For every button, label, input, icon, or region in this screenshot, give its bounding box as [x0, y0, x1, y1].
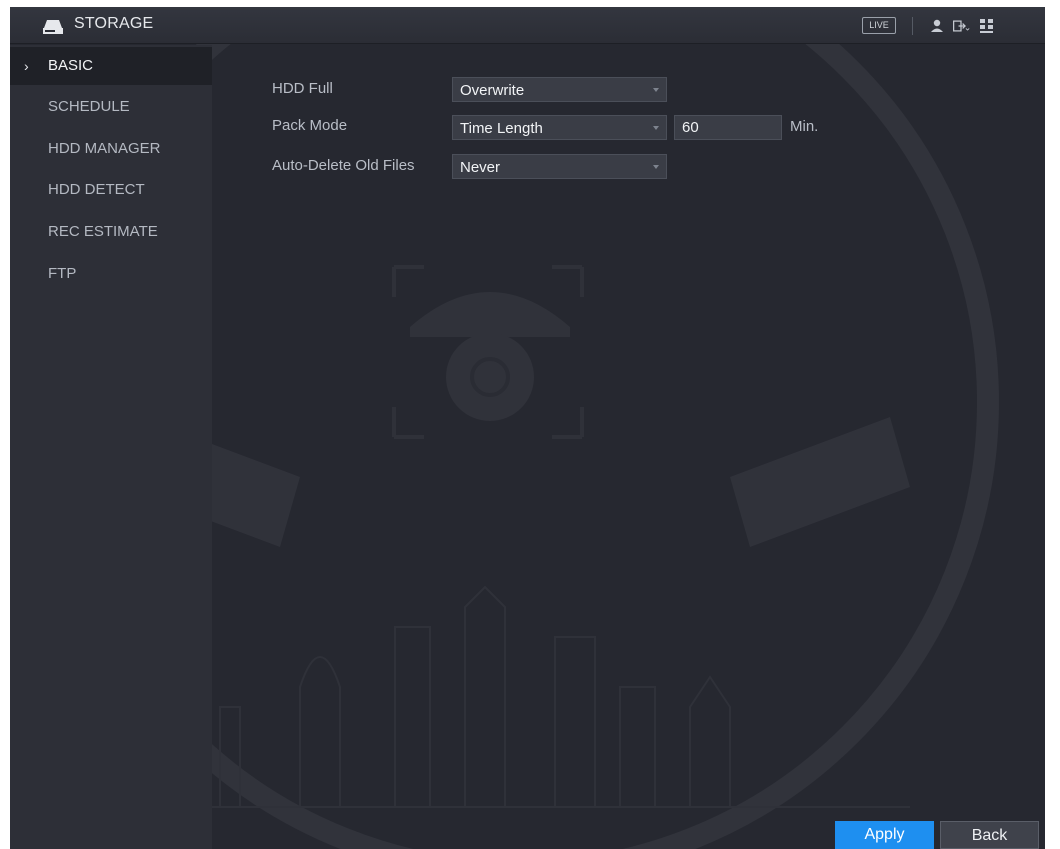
top-bar: STORAGE LIVE: [10, 7, 1045, 44]
pack-mode-select[interactable]: Time Length: [452, 115, 667, 140]
apply-button[interactable]: Apply: [835, 821, 934, 849]
sidebar-item-label: FTP: [48, 265, 77, 282]
pack-length-input[interactable]: [674, 115, 782, 140]
hdd-full-select[interactable]: Overwrite: [452, 77, 667, 102]
sidebar-item-label: HDD MANAGER: [48, 140, 161, 157]
sidebar-item-label: SCHEDULE: [48, 98, 130, 115]
sidebar-item-label: REC ESTIMATE: [48, 223, 158, 240]
sidebar-item-rec-estimate[interactable]: REC ESTIMATE: [10, 213, 212, 251]
pack-mode-value: Time Length: [460, 120, 543, 137]
pack-mode-label: Pack Mode: [272, 117, 348, 134]
hdd-full-value: Overwrite: [460, 82, 525, 99]
sidebar-item-schedule[interactable]: SCHEDULE: [10, 88, 212, 126]
auto-delete-value: Never: [460, 159, 501, 176]
dropdown-arrow-icon: [653, 88, 659, 92]
hdd-full-label: HDD Full: [272, 80, 333, 97]
auto-delete-label: Auto-Delete Old Files: [272, 157, 415, 174]
menu-grid-icon[interactable]: [978, 17, 996, 35]
pack-length-unit: Min.: [790, 118, 819, 135]
chevron-right-icon: ›: [24, 58, 29, 74]
page-title: STORAGE: [74, 15, 154, 32]
dropdown-arrow-icon: [653, 126, 659, 130]
back-button[interactable]: Back: [940, 821, 1039, 849]
sidebar-item-label: HDD DETECT: [48, 181, 145, 198]
dropdown-arrow-icon: [653, 165, 659, 169]
sidebar: › BASIC SCHEDULE HDD MANAGER HDD DETECT …: [10, 45, 212, 849]
basic-settings-panel: HDD Full Overwrite Pack Mode Time Length…: [212, 45, 1045, 849]
sidebar-item-label: BASIC: [48, 57, 94, 74]
auto-delete-select[interactable]: Never: [452, 154, 667, 179]
header-divider: [912, 17, 913, 35]
user-icon[interactable]: [928, 17, 946, 35]
storage-window: STORAGE LIVE › BASIC SCHEDULE HDD MANAGE…: [10, 7, 1045, 849]
sidebar-item-hdd-detect[interactable]: HDD DETECT: [10, 171, 212, 209]
sidebar-item-ftp[interactable]: FTP: [10, 255, 212, 293]
storage-icon: [43, 20, 63, 34]
logout-icon[interactable]: [952, 17, 970, 35]
sidebar-item-basic[interactable]: › BASIC: [10, 47, 212, 85]
sidebar-item-hdd-manager[interactable]: HDD MANAGER: [10, 130, 212, 168]
live-button[interactable]: LIVE: [862, 17, 896, 34]
